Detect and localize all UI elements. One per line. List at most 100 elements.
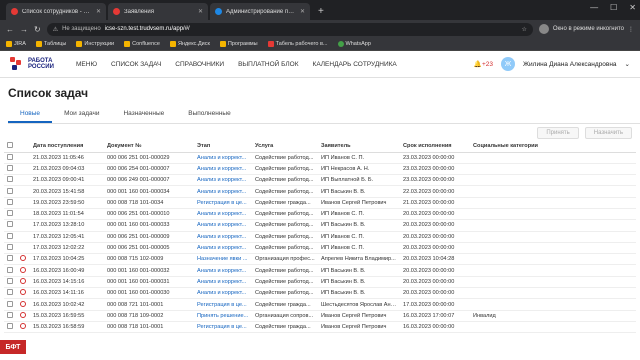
checkbox[interactable]	[4, 321, 17, 334]
column-header-doc[interactable]: Документ №	[104, 141, 194, 153]
checkbox-icon[interactable]	[7, 176, 13, 183]
browser-tab-active[interactable]: Заявления ✕	[108, 3, 208, 20]
nav-item-payments[interactable]: ВЫПЛАТНОЙ БЛОК	[238, 61, 298, 68]
close-tab-icon[interactable]: ✕	[300, 8, 305, 15]
bookmark-item[interactable]: Таблицы	[35, 41, 66, 47]
table-row[interactable]: 15.03.2023 16:58:59 000 008 718 101-0001 Р…	[4, 321, 636, 334]
menu-dots-icon[interactable]: ⋮	[628, 26, 634, 33]
browser-tab[interactable]: Администрирование портала Р... ✕	[210, 3, 310, 20]
table-row[interactable]: 16.03.2023 14:15:16 000 001 160 001-00003…	[4, 276, 636, 289]
table-row[interactable]: 17.03.2023 12:05:41 000 006 251 001-00000…	[4, 231, 636, 243]
checkbox-icon[interactable]	[7, 232, 13, 239]
stage-cell[interactable]: Анализ и коррект...	[194, 231, 252, 243]
checkbox-icon[interactable]	[7, 187, 13, 194]
checkbox[interactable]	[4, 197, 17, 209]
close-tab-icon[interactable]: ✕	[198, 8, 203, 15]
stage-cell[interactable]: Анализ и коррект...	[194, 264, 252, 277]
stage-cell[interactable]: Анализ и коррект...	[194, 219, 252, 232]
tab-my-tasks[interactable]: Мои задачи	[52, 106, 111, 123]
checkbox[interactable]	[4, 163, 17, 176]
stage-cell[interactable]: Назначение явки ...	[194, 253, 252, 266]
bookmark-item[interactable]: WhatsApp	[337, 41, 371, 47]
back-icon[interactable]: ←	[6, 25, 14, 34]
checkbox[interactable]	[4, 152, 17, 164]
checkbox-icon[interactable]	[7, 277, 13, 284]
checkbox-icon[interactable]	[7, 142, 13, 149]
accept-button[interactable]: Принять	[537, 126, 579, 139]
select-all-cell[interactable]	[4, 141, 17, 153]
tab-completed[interactable]: Выполненные	[176, 106, 242, 123]
checkbox-icon[interactable]	[7, 266, 13, 273]
column-header-service[interactable]: Услуга	[252, 141, 318, 153]
checkbox-icon[interactable]	[7, 244, 13, 251]
close-window-icon[interactable]: ✕	[629, 3, 636, 12]
table-row[interactable]: 19.03.2023 23:59:50 000 008 718 101-0034 Р…	[4, 197, 636, 209]
stage-cell[interactable]: Анализ и коррект...	[194, 287, 252, 300]
browser-tab[interactable]: Список сотрудников - СЗН ✕	[6, 3, 106, 20]
bookmark-item[interactable]: Программы	[219, 41, 258, 47]
close-tab-icon[interactable]: ✕	[96, 8, 101, 15]
stage-cell[interactable]: Анализ и коррект...	[194, 185, 252, 198]
checkbox[interactable]	[4, 174, 17, 187]
checkbox-icon[interactable]	[7, 221, 13, 228]
table-row[interactable]: 16.03.2023 14:11:16 000 001 160 001-00003…	[4, 287, 636, 300]
table-row[interactable]: 17.03.2023 13:28:10 000 001 160 001-00003…	[4, 219, 636, 232]
table-row[interactable]: 21.03.2023 11:05:46 000 006 251 001-00002…	[4, 152, 636, 164]
stage-cell[interactable]: Анализ и коррект...	[194, 174, 252, 187]
stage-cell[interactable]: Регистрация в це...	[194, 298, 252, 311]
minimize-icon[interactable]: —	[590, 3, 598, 12]
forward-icon[interactable]: →	[20, 25, 28, 34]
star-icon[interactable]: ☆	[521, 26, 526, 33]
stage-cell[interactable]: Анализ и коррект...	[194, 208, 252, 221]
column-header-stage[interactable]: Этап	[194, 141, 252, 153]
checkbox[interactable]	[4, 208, 17, 221]
checkbox[interactable]	[4, 264, 17, 277]
bookmark-item[interactable]: Яндекс.Диск	[169, 41, 210, 47]
checkbox-icon[interactable]	[7, 210, 13, 217]
column-header-applicant[interactable]: Заявитель	[318, 141, 400, 153]
nav-item-task-list[interactable]: СПИСОК ЗАДАЧ	[111, 61, 161, 68]
checkbox-icon[interactable]	[7, 289, 13, 296]
table-row[interactable]: 17.03.2023 12:02:22 000 006 251 001-00000…	[4, 242, 636, 255]
nav-item-references[interactable]: СПРАВОЧНИКИ	[175, 61, 224, 68]
checkbox[interactable]	[4, 219, 17, 232]
checkbox[interactable]	[4, 185, 17, 198]
checkbox[interactable]	[4, 298, 17, 311]
checkbox-icon[interactable]	[7, 311, 13, 318]
checkbox[interactable]	[4, 287, 17, 300]
bookmark-item[interactable]: Инструкции	[76, 41, 114, 47]
checkbox-icon[interactable]	[7, 164, 13, 171]
checkbox[interactable]	[4, 253, 17, 266]
reload-icon[interactable]: ↻	[34, 25, 41, 34]
new-tab-icon[interactable]: +	[312, 6, 330, 20]
checkbox-icon[interactable]	[7, 255, 13, 262]
stage-cell[interactable]: Регистрация в це...	[194, 197, 252, 209]
stage-cell[interactable]: Анализ и коррект...	[194, 276, 252, 289]
checkbox[interactable]	[4, 276, 17, 289]
table-row[interactable]: 18.03.2023 11:01:54 000 006 251 001-00001…	[4, 208, 636, 221]
bookmark-item[interactable]: JIRA	[6, 41, 26, 47]
column-header-deadline[interactable]: Срок исполнения	[400, 141, 470, 153]
table-row[interactable]: 16.03.2023 16:00:49 000 001 160 001-00003…	[4, 264, 636, 277]
stage-cell[interactable]: Регистрация в це...	[194, 321, 252, 334]
checkbox[interactable]	[4, 310, 17, 322]
table-row[interactable]: 21.03.2023 09:04:03 000 006 254 001-00000…	[4, 163, 636, 176]
logo[interactable]: РАБОТА РОССИИ	[10, 57, 68, 71]
table-row[interactable]: 17.03.2023 10:04:25 000 008 715 102-0009 Н…	[4, 253, 636, 266]
bookmark-item[interactable]: Табель рабочего в...	[267, 41, 328, 47]
maximize-icon[interactable]: ☐	[610, 3, 617, 12]
checkbox-icon[interactable]	[7, 153, 13, 160]
checkbox-icon[interactable]	[7, 198, 13, 205]
url-bar[interactable]: ⚠ Не защищено icse-szn.test.trudvsem.ru/…	[46, 22, 533, 36]
assign-button[interactable]: Назначить	[584, 126, 632, 139]
column-header-social[interactable]: Социальные категории	[470, 141, 636, 153]
bookmark-item[interactable]: Confluence	[124, 41, 160, 47]
notification-bell[interactable]: 🔔+23	[474, 60, 493, 68]
user-name[interactable]: Жилина Диана Александровна	[523, 61, 617, 68]
nav-item-menu[interactable]: МЕНЮ	[76, 61, 97, 68]
stage-cell[interactable]: Анализ и коррект...	[194, 152, 252, 164]
avatar[interactable]: Ж	[501, 57, 516, 71]
tab-new[interactable]: Новые	[8, 106, 53, 123]
table-row[interactable]: 15.03.2023 16:59:55 000 008 718 109-0002 П…	[4, 310, 636, 322]
table-row[interactable]: 21.03.2023 09:00:41 000 006 249 001-00000…	[4, 174, 636, 187]
